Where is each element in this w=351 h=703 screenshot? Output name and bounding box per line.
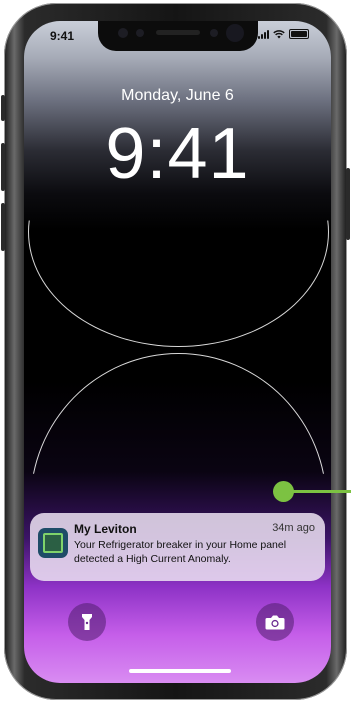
status-icons [258, 29, 309, 39]
signal-icon [258, 29, 269, 39]
mute-switch [1, 95, 5, 121]
camera-icon [265, 615, 285, 630]
lock-date: Monday, June 6 [121, 87, 234, 104]
lock-clock: 9:41 [105, 114, 250, 194]
sensor-dot [118, 28, 128, 38]
flashlight-button[interactable] [68, 603, 106, 641]
notification-app-name: My Leviton [74, 522, 137, 536]
callout-dot [273, 481, 294, 502]
phone-frame: 9:41 Monday, June 6 9:41 My Leviton 34m … [1, 3, 350, 700]
sensor-dot [210, 29, 218, 37]
volume-up-button [1, 143, 5, 191]
wifi-icon [273, 29, 285, 38]
camera-button[interactable] [256, 603, 294, 641]
volume-down-button [1, 203, 5, 251]
flashlight-icon [82, 614, 92, 630]
callout-line [290, 490, 351, 493]
status-time: 9:41 [50, 29, 75, 43]
battery-icon [289, 29, 309, 39]
leviton-app-icon [38, 528, 68, 558]
speaker-grille [156, 30, 200, 35]
lock-screen: 9:41 Monday, June 6 9:41 My Leviton 34m … [24, 21, 331, 683]
home-indicator[interactable] [129, 669, 231, 673]
notch [98, 21, 258, 51]
front-camera [226, 24, 244, 42]
sensor-dot [136, 29, 144, 37]
notification-message: Your Refrigerator breaker in your Home p… [74, 539, 287, 565]
notification-time: 34m ago [272, 522, 315, 534]
side-button [346, 168, 350, 240]
notification-card[interactable]: My Leviton 34m ago Your Refrigerator bre… [30, 513, 325, 581]
